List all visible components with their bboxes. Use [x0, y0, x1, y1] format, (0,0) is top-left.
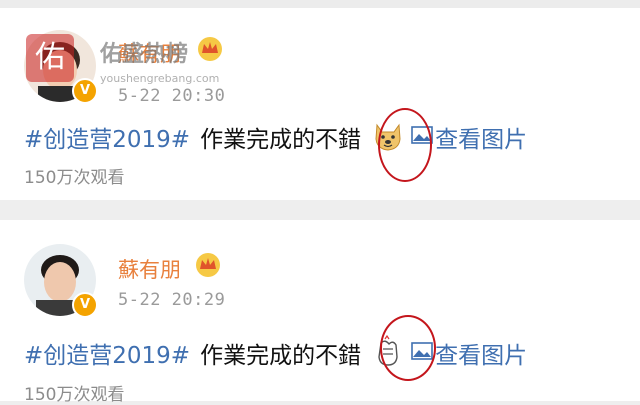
post-time: 5-22 20:29 — [118, 290, 226, 310]
weibo-post-card[interactable]: V 蘇有朋 5-22 20:29 #创造营2019# 作業完成的不錯 查看图片 … — [0, 220, 640, 405]
verified-badge: V — [72, 292, 98, 318]
avatar[interactable]: V — [24, 244, 98, 318]
crown-icon — [196, 36, 224, 66]
view-count: 150万次观看 — [24, 168, 125, 188]
annotation-circle — [380, 315, 436, 381]
view-picture-label: 查看图片 — [435, 343, 528, 369]
top-gap — [0, 0, 640, 8]
post-body: 作業完成的不錯 — [200, 127, 362, 153]
weibo-post-card[interactable]: V 蘇有朋 5-22 20:30 #创造营2019# 作業完成的不錯 查看图片 … — [0, 8, 640, 200]
view-picture-label: 查看图片 — [435, 127, 528, 153]
annotation-circle — [378, 108, 432, 182]
post-text: #创造营2019# 作業完成的不錯 查看图片 — [24, 335, 528, 370]
post-time: 5-22 20:30 — [118, 86, 226, 106]
post-body: 作業完成的不錯 — [200, 343, 362, 369]
avatar[interactable]: V — [24, 30, 98, 104]
verified-badge: V — [72, 78, 98, 104]
crown-icon — [194, 252, 222, 282]
post-text: #创造营2019# 作業完成的不錯 查看图片 — [24, 120, 527, 154]
hashtag-link[interactable]: #创造营2019# — [24, 120, 190, 154]
view-count: 150万次观看 — [24, 385, 125, 405]
user-name[interactable]: 蘇有朋 — [118, 254, 181, 284]
hashtag-link[interactable]: #创造营2019# — [24, 336, 190, 370]
user-name[interactable]: 蘇有朋 — [118, 38, 181, 68]
